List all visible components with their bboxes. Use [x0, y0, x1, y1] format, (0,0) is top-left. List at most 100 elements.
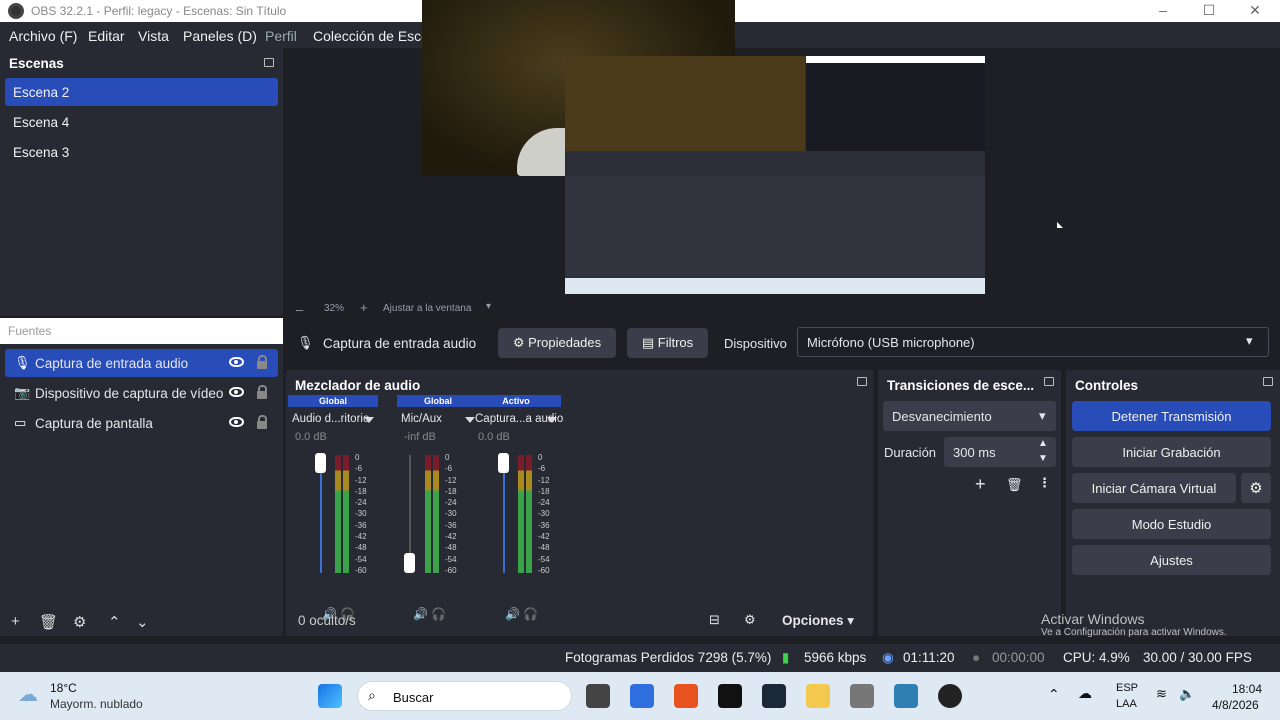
channel-name[interactable]: Captura...a audio [471, 413, 563, 425]
dropped-frames: Fotogramas Perdidos 7298 (5.7%) [565, 650, 772, 665]
visibility-eye-icon[interactable] [229, 357, 244, 367]
file-explorer-icon[interactable] [586, 684, 610, 708]
studio-mode-button[interactable]: Modo Estudio [1072, 509, 1271, 539]
stream-icon: ◉ [882, 650, 894, 665]
task-manager-icon[interactable] [894, 684, 918, 708]
scene-item[interactable]: Escena 4 [5, 108, 278, 136]
duration-stepper[interactable]: 300 ms ▲ ▼ [944, 437, 1056, 467]
app-icon[interactable] [630, 684, 654, 708]
lock-icon[interactable] [257, 415, 267, 429]
undock-icon[interactable] [1263, 377, 1273, 386]
source-item[interactable]: 📷 Dispositivo de captura de vídeo [5, 379, 278, 407]
undock-icon[interactable] [264, 58, 274, 67]
watermark-line1: Activar Windows [1041, 611, 1145, 627]
undock-icon[interactable] [857, 377, 867, 386]
undock-icon[interactable] [1044, 377, 1054, 386]
settings-button[interactable]: Ajustes [1072, 545, 1271, 575]
stepper-down-icon[interactable]: ▼ [1038, 453, 1048, 464]
chevron-down-icon[interactable]: ▾ [486, 301, 491, 312]
trash-icon[interactable]: 🗑 [1006, 477, 1023, 493]
virtual-camera-button[interactable]: Iniciar Cámara Virtual [1072, 473, 1236, 503]
filters-button[interactable]: ▤ Filtros [627, 328, 708, 358]
context-bar: 🎙 Captura de entrada audio ⚙ Propiedades… [286, 324, 1272, 362]
steam-icon[interactable] [762, 684, 786, 708]
volume-icon[interactable]: 🔈 [1179, 686, 1195, 702]
weather-icon[interactable]: ☁ [18, 682, 38, 707]
folder-icon[interactable] [806, 684, 830, 708]
fit-window-select[interactable]: Ajustar a la ventana [383, 303, 471, 314]
source-item[interactable]: 🎙 Captura de entrada audio [5, 349, 278, 377]
zoom-out-button[interactable]: – [296, 302, 303, 317]
taskbar-search[interactable]: ⌕ Buscar [357, 681, 572, 711]
scale-tick: -54 [538, 554, 550, 564]
settings-icon[interactable] [850, 684, 874, 708]
channel-name[interactable]: Audio d...ritorio [288, 413, 378, 425]
more-options-icon[interactable]: ⋮ [1038, 475, 1051, 491]
transition-type-select[interactable]: Desvanecimiento ▾ [883, 401, 1056, 431]
advanced-audio-icon[interactable]: ⚙ [744, 612, 756, 628]
speaker-icon[interactable]: 🔊 [505, 607, 520, 621]
minimize-button[interactable]: – [1140, 0, 1186, 22]
close-button[interactable]: ✕ [1232, 0, 1278, 22]
tiktok-icon[interactable] [718, 684, 742, 708]
meter-scale: 0 -6 -12 -18 -24 -30 -36 -42 -48 -54 -60 [445, 452, 457, 576]
cloud-sync-icon[interactable]: ☁ [1078, 685, 1092, 702]
wifi-icon[interactable]: ≋ [1156, 686, 1167, 702]
speaker-icon[interactable]: 🔊 [413, 607, 428, 621]
move-down-button[interactable]: ⌄ [136, 613, 149, 631]
scene-item[interactable]: Escena 3 [5, 138, 278, 166]
context-source-label: Captura de entrada audio [323, 336, 477, 351]
maximize-button[interactable]: ☐ [1186, 0, 1232, 22]
mixer-channel: Global Mic/Aux -inf dB 0 -6 -12 -18 -24 -30 -3… [397, 395, 479, 621]
tray-chevron-icon[interactable]: ⌃ [1048, 686, 1060, 703]
lock-icon[interactable] [257, 385, 267, 399]
visibility-eye-icon[interactable] [229, 387, 244, 397]
mixer-options-button[interactable]: Opciones ▾ [782, 613, 854, 629]
zoom-in-button[interactable]: + [360, 300, 368, 315]
bitrate: 5966 kbps [804, 650, 867, 665]
search-icon: ⌕ [368, 687, 376, 703]
channel-name[interactable]: Mic/Aux [397, 413, 479, 425]
weather-temp: 18°C [50, 681, 77, 695]
stepper-up-icon[interactable]: ▲ [1038, 438, 1048, 449]
scale-tick: -24 [538, 498, 550, 508]
menu-perfil[interactable]: Perfil [265, 28, 297, 44]
gear-icon[interactable]: ⚙ [73, 613, 86, 631]
device-label: Dispositivo [724, 336, 787, 351]
lang-layout[interactable]: LAA [1116, 698, 1137, 710]
menu-coleccion[interactable]: Colección de Escen [313, 28, 437, 44]
add-source-button[interactable]: + [11, 613, 20, 630]
preview-canvas[interactable] [291, 0, 1258, 298]
headphones-icon[interactable]: 🎧 [431, 607, 446, 621]
clock-date[interactable]: 4/8/2026 [1212, 698, 1259, 712]
obs-app-icon[interactable] [938, 684, 962, 708]
stream-time: 01:11:20 [903, 650, 955, 665]
move-up-button[interactable]: ⌃ [108, 613, 121, 631]
fader-knob[interactable] [404, 553, 415, 573]
headphones-icon[interactable]: 🎧 [523, 607, 538, 621]
add-transition-button[interactable]: + [975, 474, 986, 495]
lang-code[interactable]: ESP [1116, 682, 1138, 694]
stop-stream-button[interactable]: Detener Transmisión [1072, 401, 1271, 431]
source-item[interactable]: ▭ Captura de pantalla [5, 409, 278, 437]
fader-knob[interactable] [498, 453, 509, 473]
visibility-eye-icon[interactable] [229, 417, 244, 427]
menu-vista[interactable]: Vista [138, 28, 169, 44]
channel-db: 0.0 dB [295, 431, 327, 443]
lock-icon[interactable] [257, 355, 267, 369]
clock-time[interactable]: 18:04 [1232, 682, 1262, 696]
menu-editar[interactable]: Editar [88, 28, 125, 44]
properties-button[interactable]: ⚙ Propiedades [498, 328, 616, 358]
device-select[interactable]: Micrófono (USB microphone) ▾ [797, 327, 1269, 357]
windows-start-icon[interactable] [318, 684, 342, 708]
trash-icon[interactable]: 🗑 [39, 613, 58, 631]
fader-knob[interactable] [315, 453, 326, 473]
mixer-layout-icon[interactable]: ⊟ [709, 612, 720, 628]
scene-item[interactable]: Escena 2 [5, 78, 278, 106]
brave-browser-icon[interactable] [674, 684, 698, 708]
nested-webcam [565, 56, 805, 151]
menu-paneles[interactable]: Paneles (D) [183, 28, 257, 44]
menu-archivo[interactable]: Archivo (F) [9, 28, 77, 44]
gear-icon[interactable]: ⚙ [1241, 473, 1271, 503]
start-recording-button[interactable]: Iniciar Grabación [1072, 437, 1271, 467]
